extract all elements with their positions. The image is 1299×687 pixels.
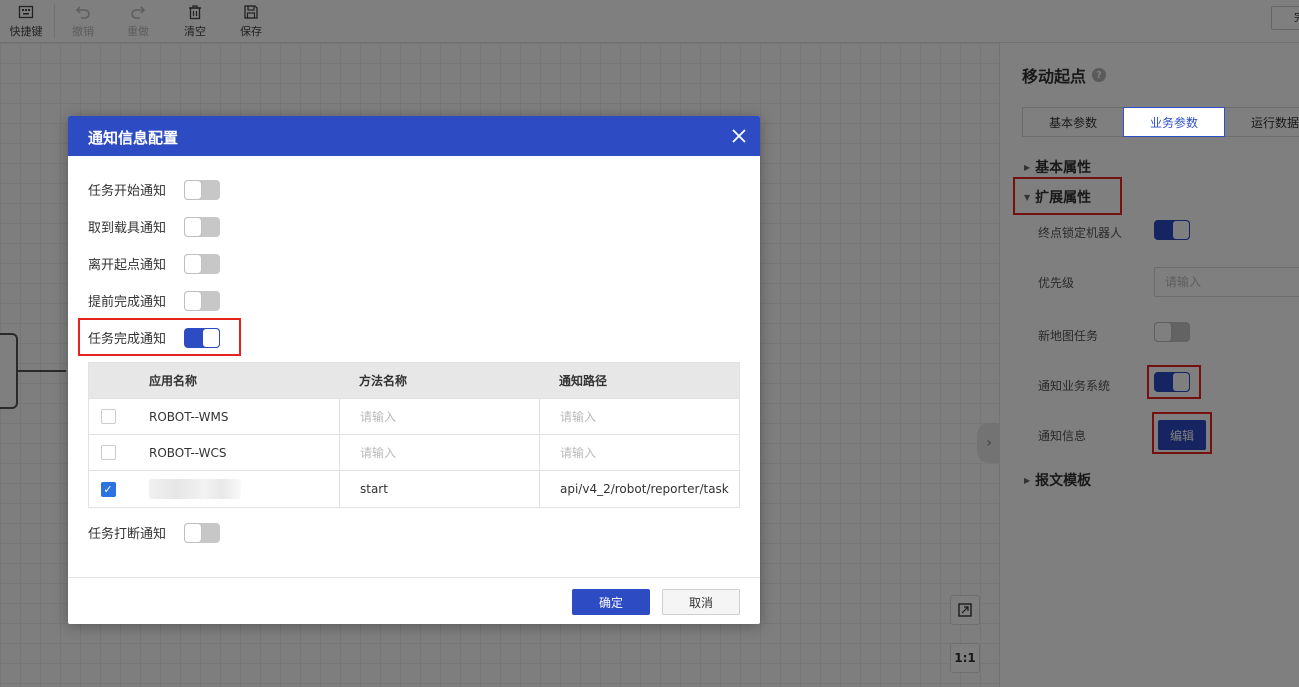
method-placeholder: 请输入 [360, 446, 397, 460]
path-input[interactable]: 请输入 [539, 435, 739, 470]
table-header: 应用名称 方法名称 通知路径 [89, 363, 739, 399]
dialog-header: 通知信息配置 [68, 116, 760, 156]
notify-target-table: 应用名称 方法名称 通知路径 ROBOT--WMS 请输入 请输入 ROBOT-… [88, 362, 740, 508]
row-checkbox[interactable] [100, 409, 116, 424]
row-checkbox[interactable] [100, 445, 116, 460]
task-interrupt-switch[interactable] [184, 523, 220, 543]
notify-config-dialog: 通知信息配置 任务开始通知 取到载具通知 离开起点通知 提前完成通知 任务完成通… [68, 116, 760, 624]
highlight-box [78, 318, 241, 356]
switch-knob [184, 217, 202, 237]
row-select-cell [89, 435, 139, 470]
method-input[interactable]: 请输入 [339, 399, 539, 434]
redacted-app-name [149, 479, 241, 499]
path-input[interactable]: 请输入 [539, 399, 739, 434]
tab-business-params[interactable]: 业务参数 [1123, 107, 1225, 137]
path-placeholder: 请输入 [560, 446, 597, 460]
switch-knob [184, 180, 202, 200]
early-complete-switch[interactable] [184, 291, 220, 311]
header-checkbox-cell [89, 363, 139, 398]
dialog-footer: 确定 取消 [68, 577, 760, 624]
column-header-path: 通知路径 [559, 374, 608, 388]
switch-knob [184, 291, 202, 311]
column-header-app: 应用名称 [149, 374, 198, 388]
app-name-cell [139, 471, 339, 507]
app-name-cell: ROBOT--WCS [149, 445, 227, 460]
method-placeholder: 请输入 [360, 410, 397, 424]
task-start-switch[interactable] [184, 180, 220, 200]
method-input[interactable]: 请输入 [339, 435, 539, 470]
table-row: ✓ start api/v4_2/robot/reporter/task [89, 471, 739, 507]
task-interrupt-label: 任务打断通知 [88, 527, 167, 542]
carrier-fetched-switch[interactable] [184, 217, 220, 237]
switch-knob [184, 523, 202, 543]
early-complete-label: 提前完成通知 [88, 295, 167, 310]
row-select-cell [89, 399, 139, 434]
task-start-label: 任务开始通知 [88, 184, 167, 199]
switch-knob [184, 254, 202, 274]
path-placeholder: 请输入 [560, 410, 597, 424]
app-name-cell: ROBOT--WMS [149, 409, 229, 424]
checkmark-icon: ✓ [103, 482, 113, 496]
path-input[interactable]: api/v4_2/robot/reporter/task [539, 471, 739, 507]
confirm-button[interactable]: 确定 [572, 589, 650, 615]
column-header-method: 方法名称 [359, 374, 408, 388]
carrier-fetched-label: 取到载具通知 [88, 221, 167, 236]
leave-start-switch[interactable] [184, 254, 220, 274]
cancel-button[interactable]: 取消 [662, 589, 740, 615]
row-select-cell: ✓ [89, 471, 139, 507]
close-button[interactable] [728, 125, 750, 147]
leave-start-label: 离开起点通知 [88, 258, 167, 273]
row-checkbox[interactable]: ✓ [100, 481, 116, 497]
table-row: ROBOT--WCS 请输入 请输入 [89, 435, 739, 471]
close-icon [732, 129, 746, 143]
table-row: ROBOT--WMS 请输入 请输入 [89, 399, 739, 435]
method-input[interactable]: start [339, 471, 539, 507]
dialog-title: 通知信息配置 [88, 129, 179, 147]
